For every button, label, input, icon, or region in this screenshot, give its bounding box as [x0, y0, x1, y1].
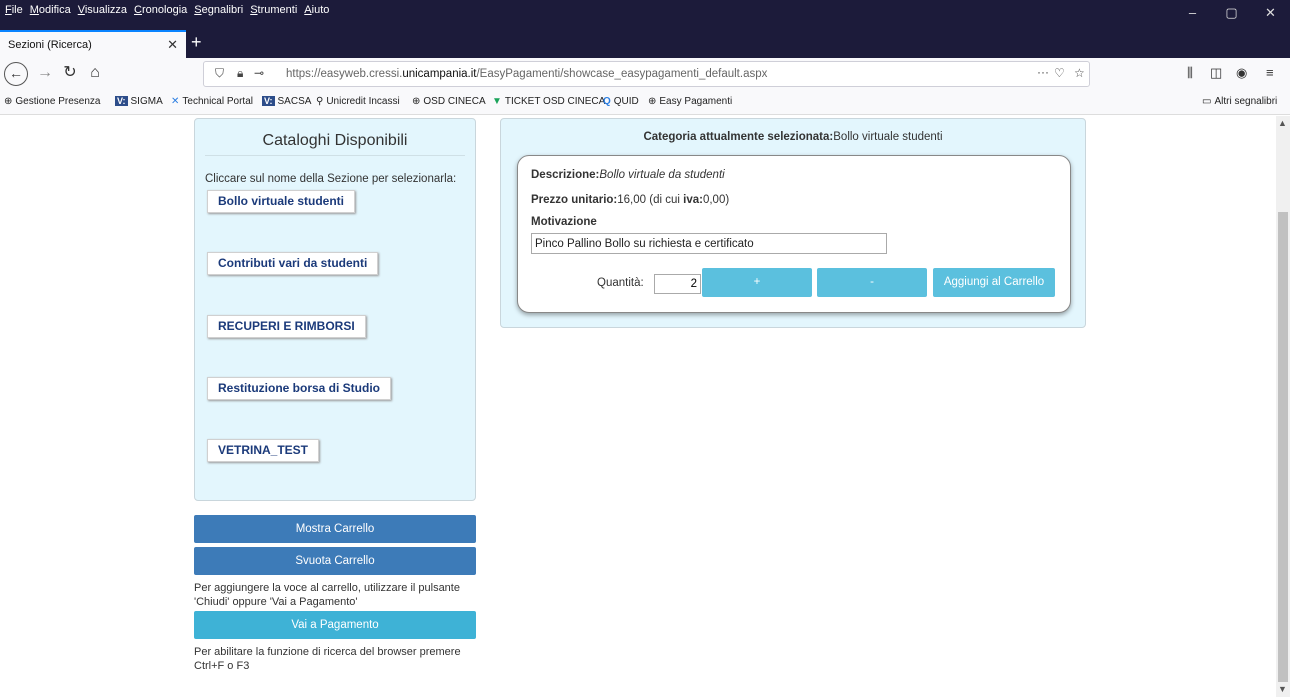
add-to-cart-button[interactable]: Aggiungi al Carrello: [933, 268, 1055, 297]
tab-sezioni[interactable]: Sezioni (Ricerca) ✕: [0, 30, 186, 58]
bookmark-unicredit-incassi[interactable]: ⚲ Unicredit Incassi: [316, 96, 400, 107]
menu-segnalibri[interactable]: Segnalibri: [194, 4, 243, 16]
bookmark-sacsa[interactable]: V: SACSA: [262, 96, 311, 107]
increase-quantity-button[interactable]: +: [702, 268, 812, 297]
catalog-item-bollo-virtuale[interactable]: Bollo virtuale studenti: [207, 190, 356, 213]
pocket-icon[interactable]: ♡: [1054, 66, 1065, 80]
scroll-down-arrow-icon[interactable]: ▼: [1278, 684, 1287, 694]
ticket-icon: ▼: [492, 96, 502, 107]
catalog-item-contributi-vari[interactable]: Contributi vari da studenti: [207, 252, 379, 275]
bookmark-star-icon[interactable]: ☆: [1074, 66, 1085, 80]
minimize-button[interactable]: –: [1173, 5, 1212, 21]
catalog-hint: Cliccare sul nome della Sezione per sele…: [205, 173, 457, 185]
menu-aiuto[interactable]: Aiuto: [304, 4, 329, 16]
navigation-bar: ← → ↻ ⌂ ⛉ 🔒︎ ⊸ https://easyweb.cressi.un…: [0, 58, 1290, 90]
quid-icon: Q: [603, 96, 611, 107]
folder-icon: ▭: [1202, 96, 1212, 107]
shield-icon[interactable]: ⛉: [215, 66, 224, 81]
bookmark-gestione-presenza[interactable]: ⊕ Gestione Presenza: [4, 96, 100, 107]
empty-cart-button[interactable]: Svuota Carrello: [194, 547, 476, 575]
divider: [205, 155, 465, 156]
bookmark-ticket-osd-cineca[interactable]: ▼ TICKET OSD CINECA: [492, 96, 605, 107]
pin-icon: ⚲: [316, 96, 324, 107]
scroll-up-arrow-icon[interactable]: ▲: [1278, 118, 1287, 128]
reload-icon[interactable]: ↻: [58, 62, 82, 86]
quantity-label: Quantità:: [597, 277, 644, 289]
account-icon[interactable]: ◉: [1236, 65, 1247, 81]
bookmark-quid[interactable]: Q QUID: [603, 96, 639, 107]
menu-cronologia[interactable]: Cronologia: [134, 4, 187, 16]
scrollbar-thumb[interactable]: [1278, 212, 1288, 682]
close-tab-icon[interactable]: ✕: [167, 37, 178, 53]
menu-visualizza[interactable]: Visualizza: [78, 4, 127, 16]
catalog-item-restituzione-borsa[interactable]: Restituzione borsa di Studio: [207, 377, 392, 400]
selected-category-panel: Categoria attualmente selezionata:Bollo …: [500, 118, 1086, 328]
bookmark-easy-pagamenti[interactable]: ⊕ Easy Pagamenti: [648, 96, 732, 107]
key-icon[interactable]: ⊸: [254, 66, 264, 80]
go-to-payment-button[interactable]: Vai a Pagamento: [194, 611, 476, 639]
technical-portal-icon: ✕: [171, 96, 180, 107]
globe-icon: ⊕: [412, 96, 421, 107]
menu-strumenti[interactable]: Strumenti: [250, 4, 297, 16]
quantity-input[interactable]: [654, 274, 701, 294]
bookmark-technical-portal[interactable]: ✕ Technical Portal: [171, 96, 253, 107]
globe-icon: ⊕: [4, 96, 13, 107]
new-tab-button[interactable]: +: [191, 32, 202, 53]
catalog-title: Cataloghi Disponibili: [262, 132, 408, 149]
motivation-label: Motivazione: [531, 216, 597, 228]
tab-bar: Sezioni (Ricerca) ✕ +: [0, 30, 1290, 58]
v-badge-icon: V:: [262, 96, 275, 106]
hamburger-menu-icon[interactable]: ≡: [1266, 65, 1274, 80]
home-icon[interactable]: ⌂: [83, 62, 107, 86]
library-icon[interactable]: ⫼: [1187, 65, 1193, 81]
tab-title: Sezioni (Ricerca): [8, 39, 92, 51]
bookmark-osd-cineca[interactable]: ⊕ OSD CINECA: [412, 96, 486, 107]
search-note: Per abilitare la funzione di ricerca del…: [194, 646, 461, 672]
selected-category-header: Categoria attualmente selezionata:Bollo …: [643, 131, 943, 143]
cart-note: Per aggiungere la voce al carrello, util…: [194, 582, 460, 608]
price-row: Prezzo unitario:16,00 (di cui iva:0,00): [531, 194, 730, 206]
show-cart-button[interactable]: Mostra Carrello: [194, 515, 476, 543]
lock-icon[interactable]: 🔒︎: [237, 66, 243, 81]
menu-file[interactable]: File: [5, 4, 23, 16]
catalog-item-vetrina-test[interactable]: VETRINA_TEST: [207, 439, 320, 462]
menu-modifica[interactable]: Modifica: [30, 4, 71, 16]
maximize-button[interactable]: ▢: [1212, 5, 1251, 21]
back-arrow-icon[interactable]: ←: [4, 62, 28, 86]
catalog-item-recuperi-rimborsi[interactable]: RECUPERI E RIMBORSI: [207, 315, 366, 338]
motivation-input[interactable]: [531, 233, 887, 254]
v-badge-icon: V:: [115, 96, 128, 106]
page-actions-icon[interactable]: ···: [1037, 65, 1049, 79]
decrease-quantity-button[interactable]: -: [817, 268, 927, 297]
menu-bar: File Modifica Visualizza Cronologia Segn…: [0, 0, 1290, 30]
bookmark-sigma[interactable]: V: SIGMA: [115, 96, 163, 107]
vertical-scrollbar[interactable]: ▲ ▼: [1276, 116, 1290, 697]
globe-icon: ⊕: [648, 96, 657, 107]
bookmark-other[interactable]: ▭ Altri segnalibri: [1202, 96, 1277, 107]
item-detail-card: Descrizione:Bollo virtuale da studenti P…: [517, 155, 1071, 313]
catalog-panel: Cataloghi Disponibili Cliccare sul nome …: [194, 118, 476, 501]
close-window-button[interactable]: ✕: [1251, 5, 1290, 21]
sidebar-icon[interactable]: ◫: [1210, 65, 1222, 81]
description-row: Descrizione:Bollo virtuale da studenti: [531, 169, 725, 181]
url-bar[interactable]: ⛉ 🔒︎ ⊸ https://easyweb.cressi.unicampani…: [203, 61, 1090, 87]
url-text[interactable]: https://easyweb.cressi.unicampania.it/Ea…: [286, 68, 767, 80]
page-content: Cataloghi Disponibili Cliccare sul nome …: [0, 116, 1276, 697]
forward-arrow-icon[interactable]: →: [33, 62, 57, 86]
bookmarks-bar: ⊕ Gestione Presenza V: SIGMA ✕ Technical Po…: [0, 90, 1290, 115]
